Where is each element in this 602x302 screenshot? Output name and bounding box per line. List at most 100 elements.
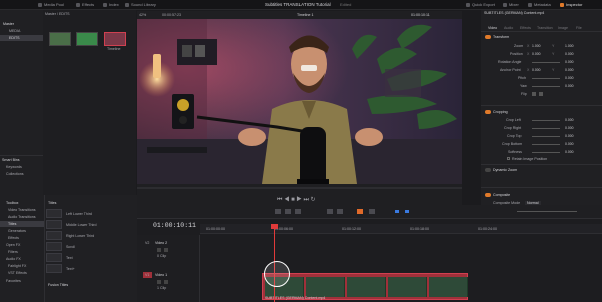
position-x-value[interactable]: 0.000 xyxy=(532,52,541,56)
title-middle-lower-third[interactable]: Middle Lower Third xyxy=(66,223,97,227)
softness-slider[interactable] xyxy=(532,152,560,153)
composite-toggle[interactable] xyxy=(485,193,491,197)
title-thumb[interactable] xyxy=(46,264,62,273)
crop-top-value[interactable]: 0.000 xyxy=(565,134,574,138)
title-thumb[interactable] xyxy=(46,242,62,251)
pitch-slider[interactable] xyxy=(532,78,560,79)
loop-icon[interactable]: ↻ xyxy=(311,197,316,203)
tree-favorites[interactable]: Favorites xyxy=(6,279,21,283)
cropping-toggle[interactable] xyxy=(485,110,491,114)
menu-inspector[interactable]: Inspector xyxy=(560,2,582,7)
zoom-y-value[interactable]: 1.000 xyxy=(565,44,574,48)
tree-audio-transitions[interactable]: Audio Transitions xyxy=(8,215,36,219)
scrubber[interactable] xyxy=(137,187,462,189)
tree-fairlight-fx[interactable]: Fairlight FX xyxy=(8,264,26,268)
menu-index[interactable]: Index xyxy=(103,2,119,7)
clip-thumbnail[interactable] xyxy=(49,32,71,46)
tab-effects[interactable]: Effects xyxy=(520,26,531,30)
tab-file[interactable]: File xyxy=(576,26,582,30)
blade-tool-icon[interactable] xyxy=(295,209,301,214)
title-thumb[interactable] xyxy=(46,220,62,229)
track-visibility-icon[interactable] xyxy=(164,248,168,252)
tree-open-fx[interactable]: Open FX xyxy=(6,243,20,247)
crop-left-value[interactable]: 0.000 xyxy=(565,118,574,122)
dynamic-zoom-header[interactable]: Dynamic Zoom xyxy=(493,168,517,172)
anchor-x-value[interactable]: 0.000 xyxy=(532,68,541,72)
cropping-header[interactable]: Cropping xyxy=(493,110,508,114)
flip-vertical-button[interactable] xyxy=(539,92,543,96)
yaw-slider[interactable] xyxy=(532,86,560,87)
title-thumb[interactable] xyxy=(46,231,62,240)
menu-mixer[interactable]: Mixer xyxy=(503,2,519,7)
crop-right-value[interactable]: 0.000 xyxy=(565,126,574,130)
tab-transition[interactable]: Transition xyxy=(537,26,553,30)
tree-audio-fx[interactable]: Audio FX xyxy=(6,257,21,261)
tab-image[interactable]: Image xyxy=(558,26,568,30)
title-scroll[interactable]: Scroll xyxy=(66,245,75,249)
menu-media-pool[interactable]: Media Pool xyxy=(38,2,64,7)
tree-effects[interactable]: Effects xyxy=(8,236,19,240)
clip-thumbnail-timeline[interactable] xyxy=(104,32,126,46)
timeline-ruler[interactable]: 01:00:00:00 01:00:06:00 01:00:12:00 01:0… xyxy=(200,224,602,234)
snapping-icon[interactable] xyxy=(357,209,363,214)
play-icon[interactable]: ▶ xyxy=(296,197,301,203)
tree-generators[interactable]: Generators xyxy=(8,229,26,233)
menu-effects[interactable]: Effects xyxy=(76,2,94,7)
title-text[interactable]: Text xyxy=(66,256,73,260)
insert-clip-icon[interactable] xyxy=(327,209,333,214)
flag-icon[interactable] xyxy=(395,210,399,213)
clip-thumbnail[interactable] xyxy=(76,32,98,46)
playhead-handle[interactable] xyxy=(271,224,278,229)
link-icon[interactable] xyxy=(369,209,375,214)
zoom-slider[interactable] xyxy=(517,211,577,212)
pitch-value[interactable]: 0.000 xyxy=(565,76,574,80)
retain-image-checkbox[interactable] xyxy=(507,157,510,160)
video-viewer[interactable] xyxy=(137,19,462,184)
composite-header[interactable]: Composite xyxy=(493,193,510,197)
timeline-clip[interactable]: SUBTITLES (GERMAN) Content.mp4 xyxy=(262,273,468,300)
select-tool-icon[interactable] xyxy=(275,209,281,214)
crop-top-slider[interactable] xyxy=(532,136,560,137)
crop-bottom-value[interactable]: 0.000 xyxy=(565,142,574,146)
position-y-value[interactable]: 0.000 xyxy=(565,52,574,56)
rotation-slider[interactable] xyxy=(532,62,560,63)
rotation-value[interactable]: 0.000 xyxy=(565,60,574,64)
toolbox-header[interactable]: Toolbox xyxy=(6,201,18,205)
crop-bottom-slider[interactable] xyxy=(532,144,560,145)
anchor-y-value[interactable]: 0.000 xyxy=(565,68,574,72)
overwrite-clip-icon[interactable] xyxy=(337,209,343,214)
menu-quick-export[interactable]: Quick Export xyxy=(466,2,495,7)
crop-left-slider[interactable] xyxy=(532,120,560,121)
menu-sound-library[interactable]: Sound Library xyxy=(125,2,156,7)
crop-right-slider[interactable] xyxy=(532,128,560,129)
yaw-value[interactable]: 0.000 xyxy=(565,84,574,88)
marker-icon[interactable] xyxy=(405,210,409,213)
transport-controls[interactable]: ⏮ ◀ ■ ▶ ⏭ ↻ xyxy=(277,196,316,204)
title-thumb[interactable] xyxy=(46,209,62,218)
bin-selected-row[interactable] xyxy=(0,35,43,41)
transform-header[interactable]: Transform xyxy=(493,35,509,39)
tree-filters[interactable]: Filters xyxy=(8,250,18,254)
title-right-lower-third[interactable]: Right Lower Third xyxy=(66,234,94,238)
bin-media[interactable]: MEDIA xyxy=(9,29,20,33)
timeline-name[interactable]: Timeline 1 xyxy=(297,13,313,17)
zoom-x-value[interactable]: 1.000 xyxy=(532,44,541,48)
play-reverse-icon[interactable]: ◀ xyxy=(284,197,289,203)
track-lock-icon[interactable] xyxy=(157,248,161,252)
tree-video-transitions[interactable]: Video Transitions xyxy=(8,208,36,212)
smart-bin-keywords[interactable]: Keywords xyxy=(6,165,22,169)
title-text-plus[interactable]: Text+ xyxy=(66,267,75,271)
tree-vst-effects[interactable]: VST Effects xyxy=(8,271,27,275)
bin-edits[interactable]: EDITS xyxy=(9,36,20,40)
tab-video[interactable]: Video xyxy=(488,26,497,30)
track-lock-icon[interactable] xyxy=(157,280,161,284)
title-left-lower-third[interactable]: Left Lower Third xyxy=(66,212,92,216)
stop-icon[interactable]: ■ xyxy=(291,197,295,203)
smart-bin-collections[interactable]: Collections xyxy=(6,172,24,176)
skip-forward-icon[interactable]: ⏭ xyxy=(303,197,308,203)
viewer-zoom[interactable]: 42% xyxy=(139,13,146,17)
dynamic-zoom-toggle[interactable] xyxy=(485,168,491,172)
tree-selected-row[interactable] xyxy=(0,221,44,227)
track-visibility-icon[interactable] xyxy=(164,280,168,284)
softness-value[interactable]: 0.000 xyxy=(565,150,574,154)
